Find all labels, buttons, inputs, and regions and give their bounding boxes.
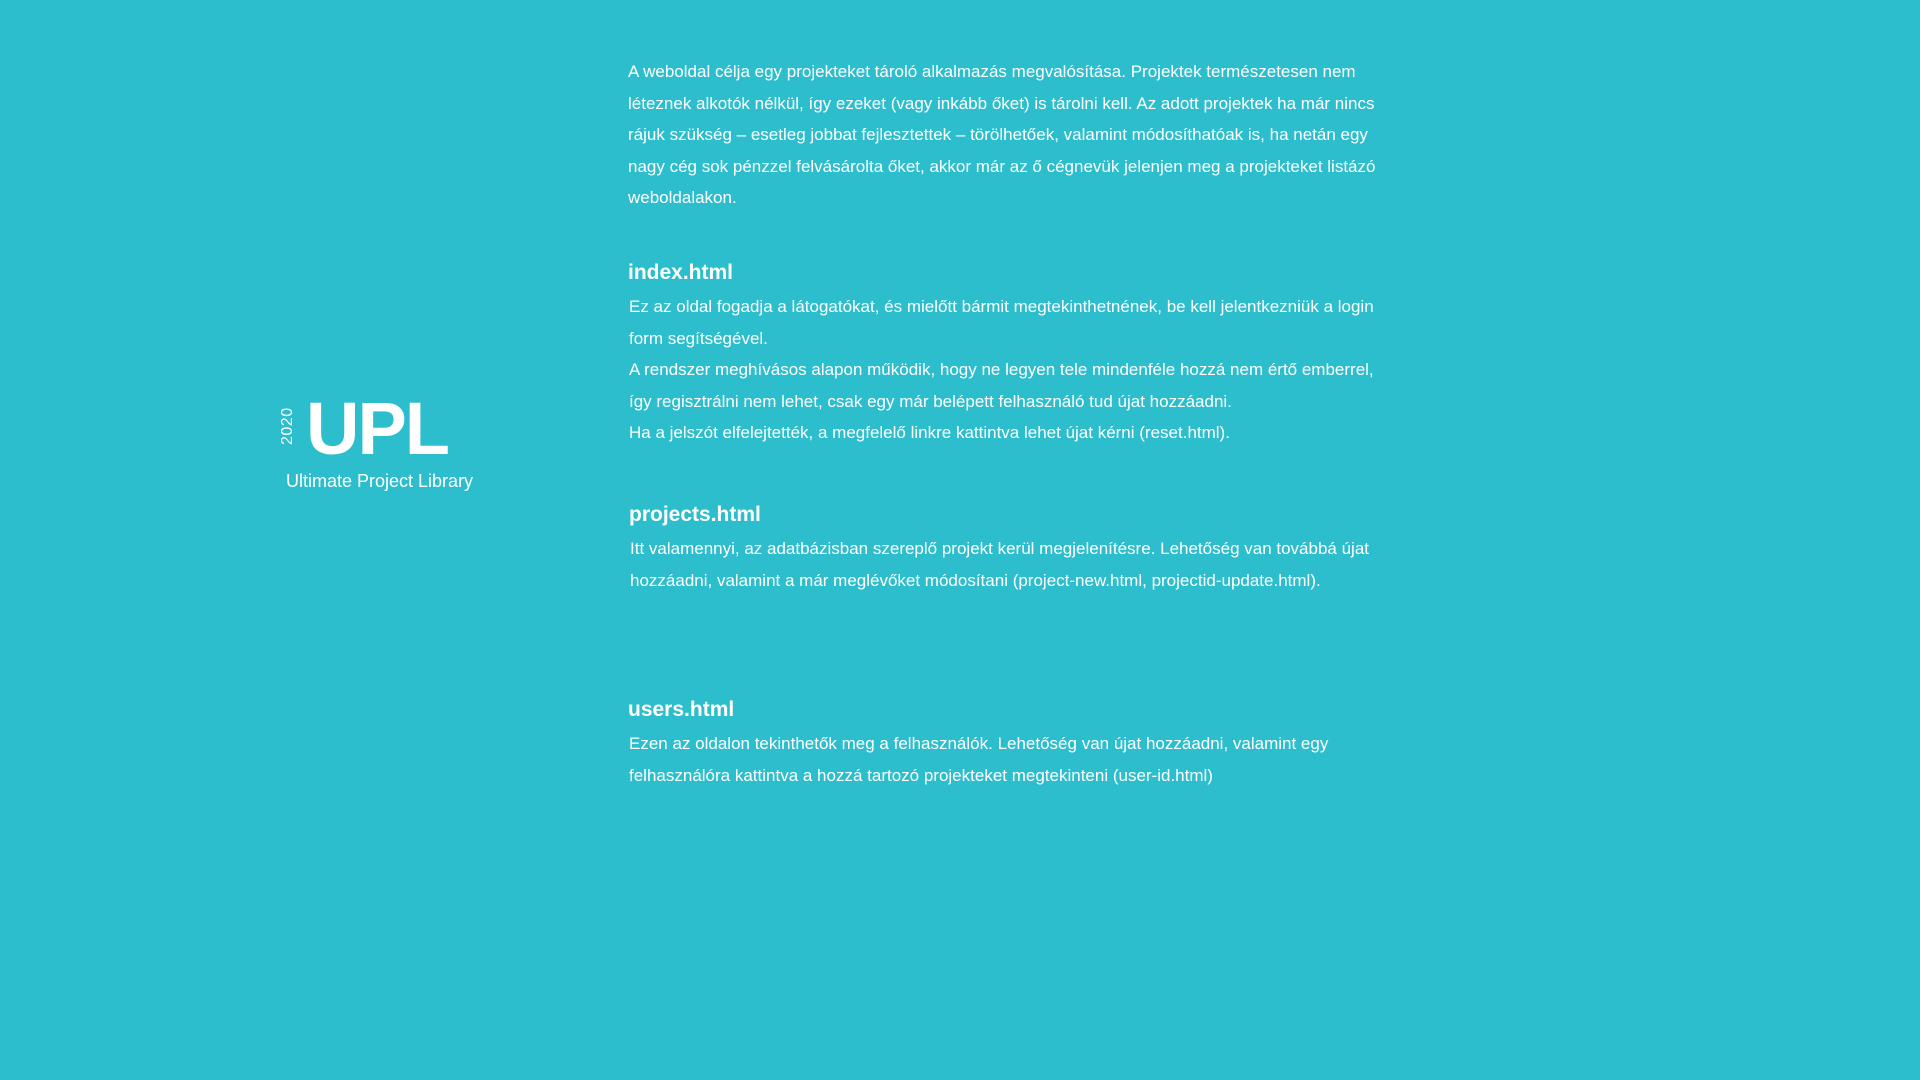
section-index: index.html Ez az oldal fogadja a látogat… <box>628 259 1388 449</box>
description-content: A weboldal célja egy projekteket tároló … <box>628 56 1388 785</box>
section-paragraph: A rendszer meghívásos alapon működik, ho… <box>629 360 1374 411</box>
section-users: users.html Ezen az oldalon tekinthetők m… <box>628 696 1388 791</box>
intro-paragraph: A weboldal célja egy projekteket tároló … <box>628 62 1376 207</box>
brand-subtitle: Ultimate Project Library <box>286 471 474 491</box>
section-paragraph: Ezen az oldalon tekinthetők meg a felhas… <box>629 734 1329 785</box>
section-title-users: users.html <box>628 698 735 721</box>
slide: 2020 UPL Ultimate Project Library A webo… <box>0 0 1568 882</box>
section-title-index: index.html <box>628 261 734 284</box>
section-paragraph: Ez az oldal fogadja a látogatókat, és mi… <box>629 297 1374 348</box>
brand-year: 2020 <box>279 407 296 445</box>
brand-block: 2020 UPL Ultimate Project Library <box>278 392 538 502</box>
section-paragraph: Itt valamennyi, az adatbázisban szereplő… <box>630 539 1370 590</box>
section-paragraph: Ha a jelszót elfelejtették, a megfelelő … <box>629 423 1230 442</box>
section-title-projects: projects.html <box>629 503 761 526</box>
brand-logo: UPL <box>306 387 450 470</box>
section-projects: projects.html Itt valamennyi, az adatbáz… <box>628 501 1388 596</box>
